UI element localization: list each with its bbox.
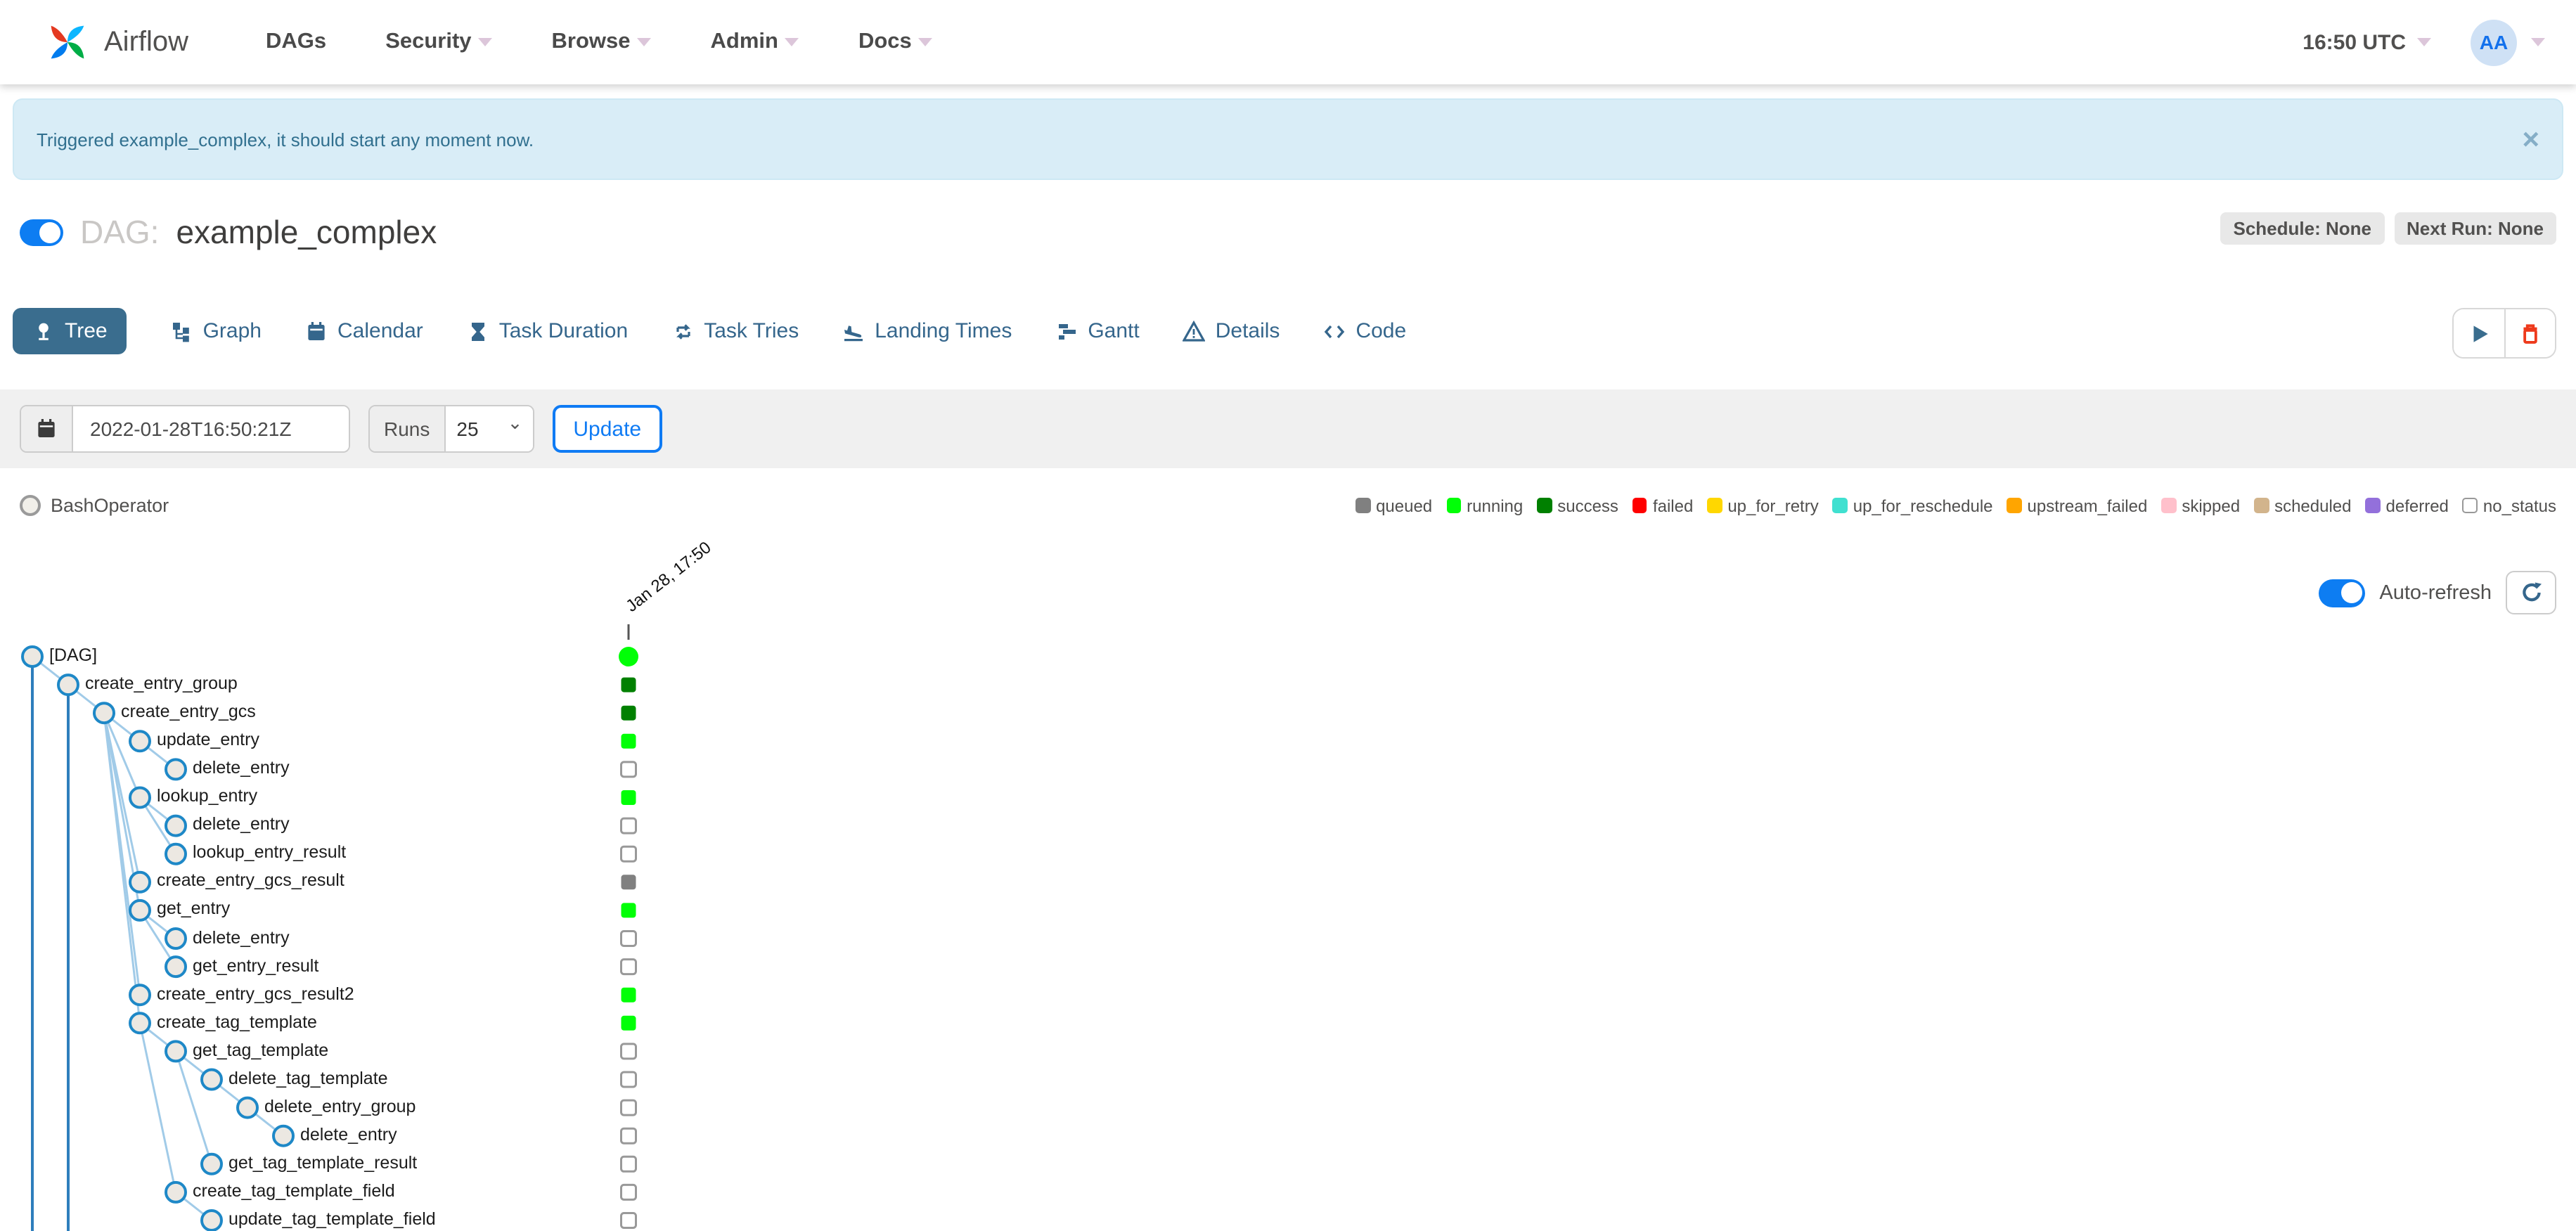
task-instance-square[interactable]	[620, 1043, 637, 1060]
tree-node-circle[interactable]	[129, 786, 151, 809]
clock-dropdown[interactable]: 16:50 UTC	[2303, 30, 2431, 54]
tree-node-label: get_tag_template_result	[228, 1152, 418, 1173]
tree-node-circle[interactable]	[129, 898, 151, 922]
tree-node-circle[interactable]	[200, 1209, 223, 1231]
nav-item-label: Browse	[551, 30, 631, 53]
tree-node-label: delete_tag_template	[228, 1068, 388, 1088]
tree-node-label: lookup_entry_result	[193, 842, 347, 863]
tree-node-label: create_entry_gcs	[121, 702, 256, 722]
tree-node-circle[interactable]	[129, 1012, 151, 1035]
nav-item-dags[interactable]: DAGs	[266, 30, 326, 55]
task-instance-square[interactable]	[621, 733, 636, 749]
tree-node-circle[interactable]	[165, 842, 187, 865]
tree-edge	[174, 1050, 213, 1165]
task-instance-square[interactable]	[621, 903, 636, 918]
task-instance-square[interactable]	[620, 1071, 637, 1088]
chevron-down-icon	[2417, 38, 2431, 46]
tree-node-circle[interactable]	[165, 1040, 187, 1063]
nav-menu: DAGs Security Browse Admin Docs	[266, 30, 933, 55]
tree-view: Jan 28, 17:50 [DAG] create_entry_group cre…	[0, 0, 2576, 1231]
chevron-down-icon	[2531, 38, 2545, 46]
task-instance-square[interactable]	[621, 875, 636, 890]
top-navbar: Airflow DAGs Security Browse Admin Docs 16:5…	[0, 0, 2576, 84]
task-instance-square[interactable]	[620, 1099, 637, 1116]
tree-node-circle[interactable]	[129, 730, 151, 753]
nav-item-admin[interactable]: Admin	[711, 30, 799, 55]
tree-node-label: create_tag_template_field	[193, 1180, 395, 1201]
tree-node-circle[interactable]	[93, 702, 115, 725]
tree-node-label: delete_entry	[193, 758, 290, 778]
tree-node-circle[interactable]	[200, 1068, 223, 1091]
task-instance-square[interactable]	[620, 1155, 637, 1173]
task-instance-square[interactable]	[620, 761, 637, 778]
tree-node-label: delete_entry	[300, 1124, 397, 1145]
task-instance-square[interactable]	[620, 817, 637, 834]
pinwheel-icon	[51, 25, 84, 59]
chevron-down-icon	[918, 38, 933, 46]
nav-item-browse[interactable]: Browse	[552, 30, 652, 55]
chevron-down-icon	[478, 38, 493, 46]
clock-label: 16:50 UTC	[2303, 30, 2406, 54]
nav-item-label: DAGs	[266, 30, 327, 53]
tree-node-circle[interactable]	[236, 1096, 259, 1119]
tree-node-label: [DAG]	[49, 645, 98, 665]
nav-item-security[interactable]: Security	[385, 30, 493, 55]
task-instance-square[interactable]	[620, 1127, 637, 1145]
task-instance-square[interactable]	[621, 705, 636, 721]
avatar: AA	[2471, 19, 2517, 65]
chevron-down-icon	[785, 38, 799, 46]
tree-node-label: delete_entry	[193, 927, 290, 947]
task-instance-square[interactable]	[621, 987, 636, 1003]
tree-node-circle[interactable]	[165, 814, 187, 837]
tree-node-label: get_entry	[157, 898, 231, 919]
nav-item-label: Security	[385, 30, 472, 53]
tree-node-circle[interactable]	[272, 1124, 295, 1147]
nav-item-label: Admin	[710, 30, 778, 53]
tree-edge	[103, 713, 141, 1024]
tree-node-circle[interactable]	[129, 870, 151, 894]
tree-node-label: delete_entry_group	[264, 1096, 416, 1116]
task-instance-square[interactable]	[621, 1015, 636, 1031]
brand-title: Airflow	[104, 26, 189, 57]
task-instance-square[interactable]	[621, 677, 636, 692]
tree-node-circle[interactable]	[129, 984, 151, 1007]
tree-graph	[21, 624, 638, 1231]
tree-node-circle[interactable]	[21, 645, 44, 668]
task-instance-square[interactable]	[620, 1212, 637, 1229]
tree-node-label: get_entry_result	[193, 955, 319, 976]
nav-item-docs[interactable]: Docs	[858, 30, 933, 55]
task-instance-square[interactable]	[620, 1183, 637, 1201]
tree-node-label: create_entry_gcs_result	[157, 870, 344, 891]
task-instance-square[interactable]	[621, 790, 636, 805]
tree-node-label: create_entry_group	[85, 673, 238, 694]
tree-node-circle[interactable]	[165, 927, 187, 950]
nav-right: 16:50 UTC AA	[2303, 19, 2545, 65]
tree-node-circle[interactable]	[165, 1180, 187, 1204]
tree-node-label: update_tag_template_field	[228, 1209, 436, 1229]
tree-node-circle[interactable]	[57, 673, 79, 697]
tree-node-label: update_entry	[157, 730, 259, 750]
dag-run-circle[interactable]	[619, 647, 638, 666]
user-menu[interactable]: AA	[2471, 19, 2545, 65]
airflow-app: Airflow DAGs Security Browse Admin Docs 16:5…	[0, 0, 2576, 1231]
tree-node-label: lookup_entry	[157, 786, 258, 806]
tree-node-label: get_tag_template	[193, 1040, 329, 1060]
task-instance-square[interactable]	[620, 845, 637, 863]
tree-node-circle[interactable]	[165, 955, 187, 979]
airflow-logo[interactable]: Airflow	[42, 17, 188, 67]
task-instance-square[interactable]	[620, 958, 637, 976]
nav-item-label: Docs	[858, 30, 912, 53]
tree-node-label: create_entry_gcs_result2	[157, 984, 354, 1004]
chevron-down-icon	[637, 38, 652, 46]
task-instance-square[interactable]	[620, 930, 637, 947]
tree-node-circle[interactable]	[165, 758, 187, 781]
tree-node-label: create_tag_template	[157, 1012, 317, 1032]
tree-node-circle[interactable]	[200, 1152, 223, 1175]
tree-node-label: delete_entry	[193, 814, 290, 834]
